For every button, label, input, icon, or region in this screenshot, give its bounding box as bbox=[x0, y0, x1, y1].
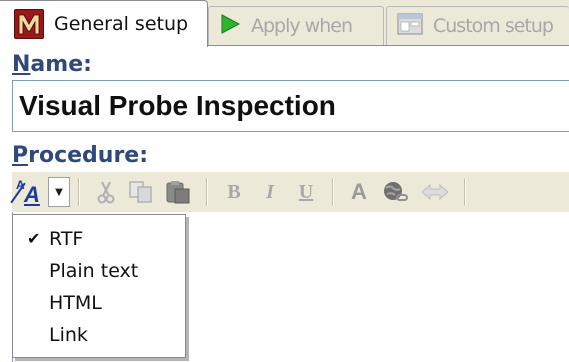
menu-item-label: Plain text bbox=[49, 260, 139, 282]
tab-apply-when[interactable]: Apply when bbox=[208, 6, 384, 45]
tab-custom-setup[interactable]: Custom setup bbox=[386, 6, 569, 45]
chevron-down-icon: ▼ bbox=[55, 186, 63, 198]
toolbar-separator bbox=[332, 178, 334, 206]
insert-link-icon bbox=[384, 182, 408, 201]
italic-button[interactable]: I bbox=[256, 176, 284, 208]
font-color-button[interactable]: A bbox=[344, 176, 374, 208]
text-format-button[interactable]: A A bbox=[10, 176, 44, 208]
font-color-icon: A bbox=[351, 179, 367, 204]
name-input[interactable]: Visual Probe Inspection bbox=[12, 80, 569, 132]
menu-item-rtf[interactable]: ✔ RTF bbox=[13, 223, 185, 255]
copy-button[interactable] bbox=[126, 176, 156, 208]
menu-item-plain-text[interactable]: Plain text bbox=[13, 255, 185, 287]
format-dropdown-button[interactable]: ▼ bbox=[48, 177, 70, 207]
paste-button[interactable] bbox=[162, 176, 194, 208]
copy-icon bbox=[129, 181, 152, 203]
bold-icon: B bbox=[227, 180, 241, 203]
format-menu: ✔ RTF Plain text HTML Link bbox=[12, 214, 186, 358]
menu-item-html[interactable]: HTML bbox=[13, 287, 185, 319]
toolbar-separator bbox=[78, 178, 80, 206]
menu-item-label: HTML bbox=[49, 292, 102, 314]
play-triangle-icon bbox=[219, 13, 241, 40]
checkmark-icon: ✔ bbox=[27, 229, 41, 248]
underline-icon: U bbox=[298, 180, 314, 203]
cut-button[interactable] bbox=[92, 176, 120, 208]
window-icon bbox=[397, 12, 423, 40]
insert-link-button[interactable] bbox=[378, 176, 412, 208]
paste-icon bbox=[166, 181, 190, 204]
procedure-toolbar: A A ▼ B I U A bbox=[10, 172, 569, 212]
menu-item-label: Link bbox=[49, 324, 88, 346]
menu-item-label: RTF bbox=[49, 228, 84, 250]
tab-general-setup[interactable]: General setup bbox=[0, 0, 208, 47]
toolbar-separator bbox=[206, 178, 208, 206]
underline-button[interactable]: U bbox=[292, 176, 320, 208]
italic-icon: I bbox=[266, 180, 274, 203]
toolbar-separator bbox=[464, 178, 466, 206]
bold-button[interactable]: B bbox=[220, 176, 248, 208]
procedure-label: Procedure: bbox=[12, 143, 149, 168]
tab-label: Apply when bbox=[251, 15, 353, 37]
tab-label: General setup bbox=[54, 13, 189, 35]
m-logo-icon bbox=[14, 9, 44, 39]
text-format-icon: A A bbox=[10, 178, 43, 207]
tab-strip-divider bbox=[208, 45, 569, 46]
name-label: Name: bbox=[12, 52, 92, 77]
cut-icon bbox=[97, 181, 115, 204]
navigate-icon bbox=[421, 183, 449, 201]
tab-label: Custom setup bbox=[433, 15, 554, 37]
menu-item-link[interactable]: Link bbox=[13, 319, 185, 351]
navigate-button[interactable] bbox=[418, 176, 452, 208]
